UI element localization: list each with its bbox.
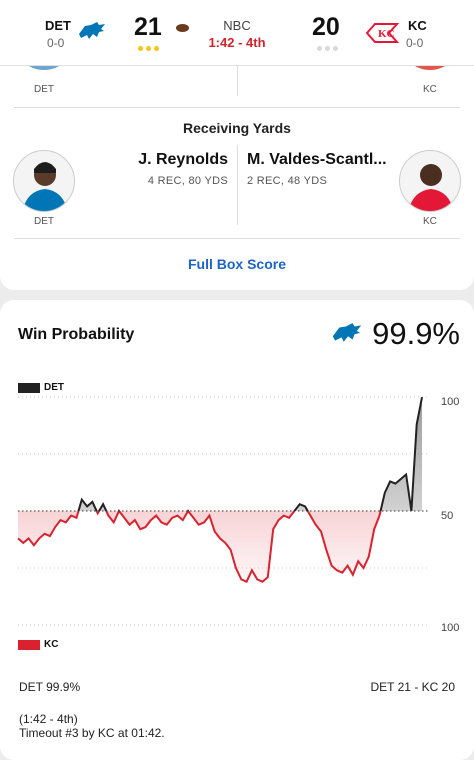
svg-text:KC: KC (378, 28, 395, 40)
last-play-time: (1:42 - 4th) (19, 712, 78, 726)
footer-score: DET 21 - KC 20 (370, 680, 455, 694)
away-score: 20 (312, 13, 340, 41)
legend-kc-swatch (18, 639, 40, 650)
legend-kc-label: KC (44, 639, 59, 650)
away-team-abbr: KC (408, 18, 427, 33)
receiving-yards-title: Receiving Yards (183, 120, 291, 136)
lions-logo-icon (330, 321, 364, 350)
prev-right-team: KC (423, 84, 437, 95)
left-player-stats: 4 REC, 80 YDS (147, 175, 228, 187)
axis-label-top: 100 (441, 396, 460, 408)
right-player-name[interactable]: M. Valdes-Scantl... (247, 151, 387, 169)
score-header[interactable]: DET 0-0 21 NBC 1:42 - 4th 20 KC KC 0-0 (0, 0, 474, 66)
left-player-team: DET (34, 216, 54, 227)
axis-label-bottom: 100 (441, 622, 460, 634)
away-team-record: 0-0 (406, 36, 424, 50)
win-probability-card: Win Probability 99.9% DET 100 50 100 KC … (0, 300, 474, 760)
game-clock: 1:42 - 4th (208, 35, 266, 50)
kc-area (18, 511, 422, 582)
axis-label-mid: 50 (441, 510, 454, 522)
right-player-stats: 2 REC, 48 YDS (247, 175, 328, 187)
chiefs-logo-icon: KC (365, 22, 400, 49)
win-probability-value: 99.9% (372, 316, 460, 351)
right-player-team: KC (423, 216, 437, 227)
legend-kc: KC (18, 639, 58, 650)
full-box-score-link[interactable]: Full Box Score (0, 256, 474, 272)
win-probability-title: Win Probability (18, 326, 135, 343)
win-probability-chart[interactable] (0, 385, 474, 645)
away-timeouts (317, 46, 338, 51)
last-play-description: Timeout #3 by KC at 01:42. (19, 726, 165, 740)
left-player-name[interactable]: J. Reynolds (138, 151, 228, 169)
prev-left-team: DET (34, 84, 54, 95)
footer-det-probability: DET 99.9% (19, 680, 81, 694)
reynolds-avatar[interactable] (13, 150, 75, 212)
network-label: NBC (223, 18, 251, 33)
valdes-scantling-avatar[interactable] (399, 150, 461, 212)
